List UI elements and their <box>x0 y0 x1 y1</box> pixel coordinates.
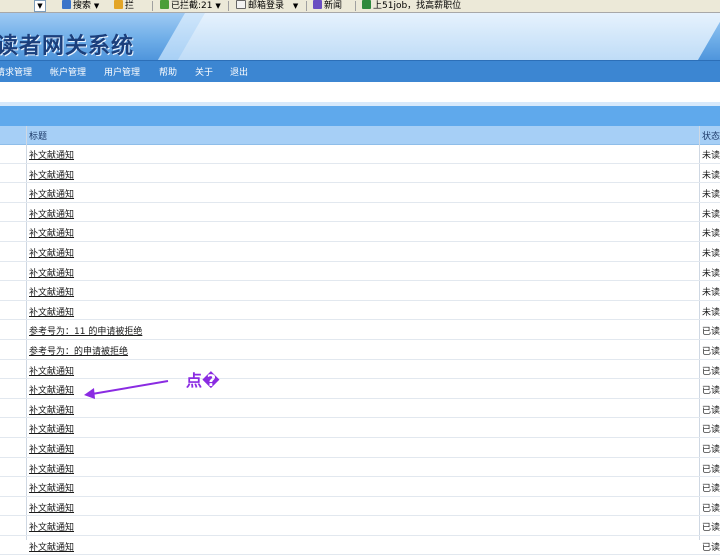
message-title-link[interactable]: 补文献通知 <box>29 305 74 318</box>
table-row: 补文献通知 已读 <box>0 497 720 517</box>
message-status: 未读 <box>702 209 720 220</box>
table-row: 补文献通知 已读 <box>0 438 720 458</box>
chevron-down-icon: ▼ <box>34 0 46 12</box>
message-status: 未读 <box>702 151 720 161</box>
message-status: 已读 <box>702 503 720 514</box>
news-button[interactable]: 新闻 <box>313 0 342 12</box>
message-title-link[interactable]: 补文献通知 <box>29 266 74 279</box>
message-status: 已读 <box>702 464 720 475</box>
table-row: 补文献通知 未读 <box>0 164 720 184</box>
main-menu: 请求管理 帐户管理 用户管理 帮助 关于 退出 <box>0 60 720 82</box>
message-title-link[interactable]: 补文献通知 <box>29 148 74 161</box>
browser-toolbar: ▼ 搜索 ▼ 拦 已拦截:21 ▼ 邮箱登录 ▼ 新闻 上51job，找高薪职位 <box>0 0 720 13</box>
table-row: 补文献通知 未读 <box>0 301 720 321</box>
message-status: 未读 <box>702 229 720 240</box>
spacer <box>0 82 720 102</box>
message-status: 未读 <box>702 170 720 181</box>
favorites-button[interactable]: 拦 <box>114 0 134 12</box>
table-row: 参考号为：11 的申请被拒绝 已读 <box>0 320 720 340</box>
message-title-link[interactable]: 补文献通知 <box>29 462 74 475</box>
column-header-status: 状态 <box>702 132 720 142</box>
message-status: 未读 <box>702 288 720 299</box>
table-row: 补文献通知 未读 <box>0 262 720 282</box>
link-icon <box>362 0 371 9</box>
table-row: 补文献通知 已读 <box>0 536 720 555</box>
message-status: 已读 <box>702 444 720 455</box>
message-status: 已读 <box>702 366 720 377</box>
table-row: 补文献通知 未读 <box>0 203 720 223</box>
annotation-label: 点� <box>186 371 220 390</box>
news-icon <box>313 0 322 9</box>
table-row: 补文献通知 已读 <box>0 379 720 399</box>
table-row: 补文献通知 未读 <box>0 183 720 203</box>
message-title-link[interactable]: 补文献通知 <box>29 442 74 455</box>
table-row: 补文献通知 未读 <box>0 242 720 262</box>
table-row: 补文献通知 已读 <box>0 477 720 497</box>
table-row: 补文献通知 已读 <box>0 516 720 536</box>
message-status: 已读 <box>702 425 720 436</box>
message-status: 未读 <box>702 268 720 279</box>
message-status: 已读 <box>702 484 720 495</box>
menu-item-about[interactable]: 关于 <box>195 65 213 78</box>
table-row: 补文献通知 已读 <box>0 458 720 478</box>
message-title-link[interactable]: 补文献通知 <box>29 403 74 416</box>
message-title-link[interactable]: 补文献通知 <box>29 226 74 239</box>
message-title-link[interactable]: 补文献通知 <box>29 187 74 200</box>
app-title: 读者网关系统 <box>0 34 135 59</box>
message-status: 已读 <box>702 523 720 534</box>
message-status: 未读 <box>702 248 720 259</box>
message-status: 已读 <box>702 327 720 338</box>
table-row: 补文献通知 已读 <box>0 399 720 419</box>
search-button[interactable]: 搜索 ▼ <box>62 0 99 12</box>
menu-item-help[interactable]: 帮助 <box>159 65 177 78</box>
table-header: 标题 状态 <box>0 126 720 145</box>
email-login-button[interactable]: 邮箱登录 ▼ <box>236 0 298 12</box>
menu-item-logout[interactable]: 退出 <box>230 65 248 78</box>
message-title-link[interactable]: 补文献通知 <box>29 520 74 533</box>
table-row: 补文献通知 未读 <box>0 281 720 301</box>
message-title-link[interactable]: 补文献通知 <box>29 383 74 396</box>
table-row: 补文献通知 已读 <box>0 418 720 438</box>
menu-item-users[interactable]: 用户管理 <box>104 65 140 78</box>
message-status: 已读 <box>702 386 720 397</box>
message-title-link[interactable]: 参考号为：11 的申请被拒绝 <box>29 324 142 337</box>
message-title-link[interactable]: 补文献通知 <box>29 364 74 377</box>
star-icon <box>114 0 123 9</box>
message-title-link[interactable]: 补文献通知 <box>29 501 74 514</box>
message-title-link[interactable]: 补文献通知 <box>29 285 74 298</box>
dropdown-button[interactable]: ▼ <box>34 0 46 12</box>
message-status: 已读 <box>702 346 720 357</box>
header-banner: 读者网关系统 <box>0 13 720 60</box>
table-row: 补文献通知 未读 <box>0 222 720 242</box>
message-title-link[interactable]: 补文献通知 <box>29 207 74 220</box>
message-title-link[interactable]: 补文献通知 <box>29 246 74 259</box>
message-title-link[interactable]: 补文献通知 <box>29 540 74 553</box>
table-row: 参考号为：的申请被拒绝 已读 <box>0 340 720 360</box>
table-row: 补文献通知 已读 <box>0 360 720 380</box>
envelope-icon <box>236 0 246 9</box>
section-bar <box>0 106 720 126</box>
menu-item-requests[interactable]: 请求管理 <box>0 65 32 78</box>
message-title-link[interactable]: 参考号为：的申请被拒绝 <box>29 344 128 357</box>
message-status: 未读 <box>702 307 720 318</box>
message-status: 已读 <box>702 405 720 416</box>
job-link[interactable]: 上51job，找高薪职位 <box>362 0 461 12</box>
shield-icon <box>160 0 169 9</box>
message-table: 补文献通知 未读 补文献通知 未读 补文献通知 未读 补文献通知 未读 补文献通知 未读 补文献通知… <box>0 144 720 555</box>
message-title-link[interactable]: 补文献通知 <box>29 168 74 181</box>
message-status: 已读 <box>702 542 720 553</box>
message-title-link[interactable]: 补文献通知 <box>29 422 74 435</box>
message-title-link[interactable]: 补文献通知 <box>29 481 74 494</box>
popup-blocker-button[interactable]: 已拦截:21 ▼ <box>160 0 221 12</box>
column-header-title: 标题 <box>29 132 48 142</box>
menu-item-accounts[interactable]: 帐户管理 <box>50 65 86 78</box>
message-status: 未读 <box>702 190 720 201</box>
search-icon <box>62 0 71 9</box>
table-row: 补文献通知 未读 <box>0 144 720 164</box>
